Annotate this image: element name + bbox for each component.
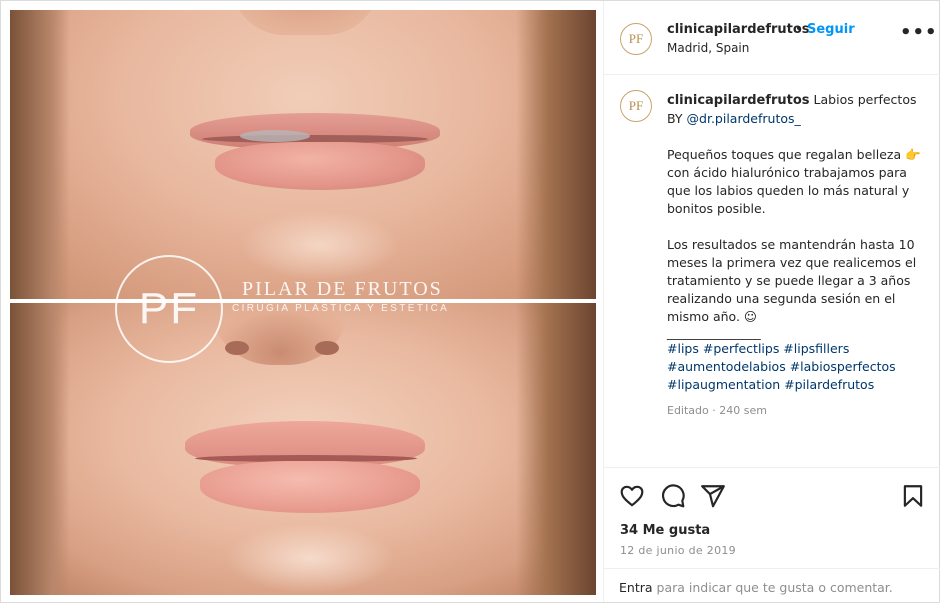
after-photo <box>10 303 596 595</box>
caption-meta: Editado · 240 sem <box>667 404 767 417</box>
caption-para1-a: Pequeños toques que regalan belleza <box>667 147 902 162</box>
post-sidebar: PF clinicapilardefrutos • Seguir Madrid,… <box>603 1 940 602</box>
caption-avatar[interactable]: PF <box>620 90 652 122</box>
post-frame: PF PILAR DE FRUTOS CIRUGÍA PLÁSTICA Y ES… <box>0 0 940 603</box>
follow-button[interactable]: Seguir <box>807 22 855 37</box>
comment-bar: Entra para indicar que te gusta o coment… <box>604 568 940 603</box>
caption-para2: Los resultados se mantendrán hasta 10 me… <box>667 237 917 324</box>
bookmark-icon[interactable] <box>900 483 926 509</box>
avatar[interactable]: PF <box>620 23 652 55</box>
separator-dot: • <box>795 22 803 37</box>
before-photo <box>10 10 596 299</box>
share-icon[interactable] <box>700 483 726 509</box>
mention-link[interactable]: @dr.pilardefrutos_ <box>687 111 801 126</box>
post-image[interactable]: PF PILAR DE FRUTOS CIRUGÍA PLÁSTICA Y ES… <box>10 10 596 595</box>
header-username[interactable]: clinicapilardefrutos <box>667 22 810 37</box>
location-link[interactable]: Madrid, Spain <box>667 41 749 55</box>
heart-icon[interactable] <box>619 483 645 509</box>
post-date: 12 de junio de 2019 <box>620 544 736 557</box>
post-header: PF clinicapilardefrutos • Seguir Madrid,… <box>604 1 940 75</box>
watermark-name: PILAR DE FRUTOS <box>242 278 443 300</box>
watermark-logo: PF <box>115 255 223 363</box>
comment-placeholder: para indicar que te gusta o comentar. <box>656 580 893 595</box>
caption-para1-b: con ácido hialurónico trabajamos para qu… <box>667 165 910 216</box>
caption-separator: _______________ <box>667 325 761 340</box>
comment-prompt: Entra para indicar que te gusta o coment… <box>619 580 893 595</box>
likes-count[interactable]: 34 Me gusta <box>620 523 710 538</box>
comment-icon[interactable] <box>660 483 686 509</box>
pointing-hand-icon: 👉 <box>905 147 921 162</box>
caption: clinicapilardefrutos Labios perfectos BY… <box>667 91 929 394</box>
watermark-subtitle: CIRUGÍA PLÁSTICA Y ESTÉTICA <box>232 303 450 314</box>
login-link[interactable]: Entra <box>619 580 653 595</box>
action-bar: 34 Me gusta 12 de junio de 2019 <box>604 467 940 578</box>
more-options-icon[interactable]: ••• <box>900 24 938 42</box>
hashtags[interactable]: #lips #perfectlips #lipsfillers #aumento… <box>667 340 929 394</box>
caption-username[interactable]: clinicapilardefrutos <box>667 93 810 108</box>
